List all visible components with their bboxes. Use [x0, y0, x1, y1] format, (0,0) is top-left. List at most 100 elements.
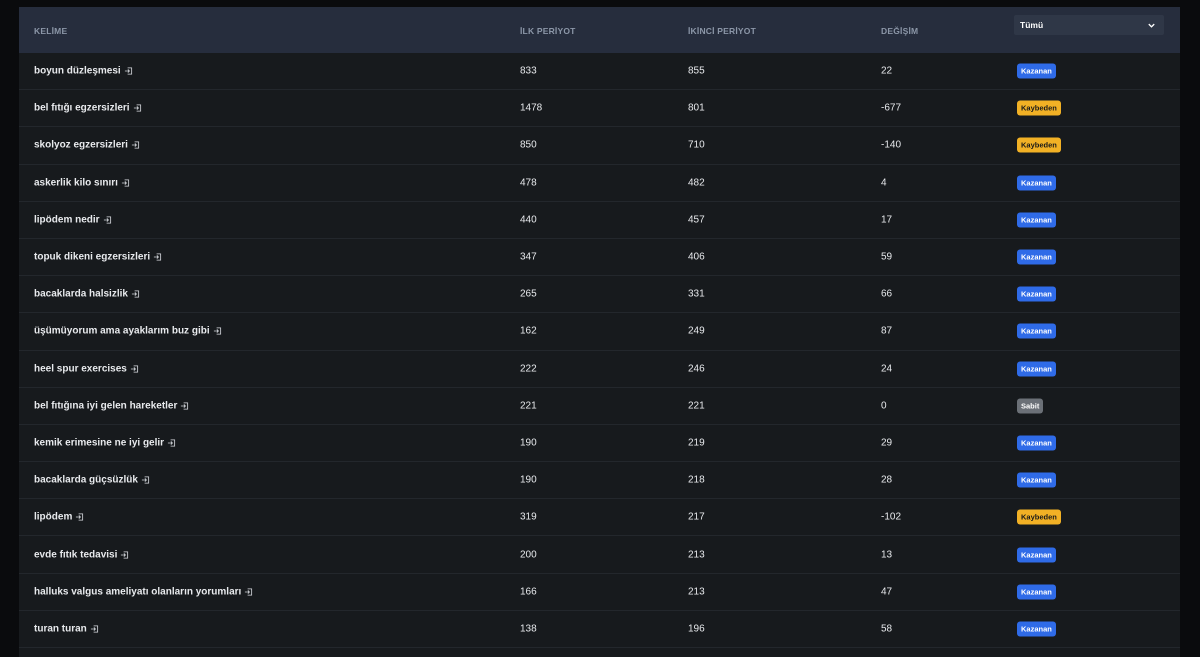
external-link-icon[interactable] [121, 178, 130, 187]
first-period-value: 166 [520, 586, 537, 598]
external-link-icon[interactable] [133, 104, 142, 113]
keyword-cell[interactable]: bel fıtığı egzersizleri [34, 103, 142, 114]
second-period-value: 196 [688, 623, 705, 635]
second-period-value: 482 [688, 177, 705, 189]
external-link-icon[interactable] [131, 290, 140, 299]
second-period-value: 213 [688, 549, 705, 561]
first-period-value: 347 [520, 251, 537, 263]
keyword-cell[interactable]: boyun düzleşmesi [34, 66, 133, 77]
first-period-value: 319 [520, 511, 537, 523]
keyword-cell[interactable]: topuk dikeni egzersizleri [34, 252, 162, 263]
table-row: topuk dikeni egzersizleri 347 406 59 Kaz… [19, 239, 1180, 277]
keyword-text: kemik erimesine ne iyi gelir [34, 437, 165, 449]
status-badge: Kaybeden [1017, 100, 1061, 116]
table-row: lipödem nedir 440 457 17 Kazanan [19, 202, 1180, 239]
keyword-cell[interactable]: turan turan [34, 623, 99, 634]
keyword-text: skolyoz egzersizleri [34, 139, 128, 151]
second-period-value: 249 [688, 325, 705, 337]
status-filter-select[interactable]: Tümü [1014, 15, 1164, 35]
change-value: 22 [881, 65, 893, 77]
keyword-cell[interactable]: üşümüyorum ama ayaklarım buz gibi [34, 326, 222, 337]
external-link-icon[interactable] [131, 141, 140, 150]
change-value: 29 [881, 437, 893, 449]
table-row: lipödem 319 217 -102 Kaybeden [19, 499, 1180, 537]
external-link-icon[interactable] [244, 587, 253, 596]
status-badge: Kazanan [1017, 323, 1056, 339]
status-badge: Kazanan [1017, 584, 1056, 600]
keyword-text: bel fıtığına iyi gelen hareketler [34, 400, 178, 412]
table-row: bacaklarda güçsüzlük 190 218 28 Kazanan [19, 462, 1180, 500]
change-value: -677 [881, 102, 902, 114]
table-row: skolyoz egzersizleri 850 710 -140 Kaybed… [19, 127, 1180, 165]
external-link-icon[interactable] [141, 476, 150, 485]
external-link-icon[interactable] [103, 215, 112, 224]
change-value: 17 [881, 214, 893, 226]
first-period-value: 833 [520, 65, 537, 77]
table-row: bacaklarda halsizlik 265 331 66 Kazanan [19, 276, 1180, 314]
keyword-text: heel spur exercises [34, 363, 127, 375]
keyword-cell[interactable]: heel spur exercises [34, 363, 139, 374]
keyword-text: askerlik kilo sınırı [34, 177, 118, 189]
change-value: 24 [881, 363, 893, 375]
external-link-icon[interactable] [180, 401, 189, 410]
column-header-first-period[interactable]: İLK PERİYOT [520, 26, 576, 36]
external-link-icon[interactable] [213, 327, 222, 336]
status-badge: Kaybeden [1017, 137, 1061, 153]
status-badge: Kaybeden [1017, 509, 1061, 525]
chevron-down-icon [1148, 23, 1155, 28]
external-link-icon[interactable] [153, 253, 162, 262]
second-period-value: 246 [688, 363, 705, 375]
second-period-value: 217 [688, 511, 705, 523]
keyword-cell[interactable]: bacaklarda halsizlik [34, 289, 140, 300]
first-period-value: 190 [520, 437, 537, 449]
external-link-icon[interactable] [90, 624, 99, 633]
keyword-text: bacaklarda halsizlik [34, 288, 128, 300]
status-badge: Kazanan [1017, 361, 1056, 377]
keyword-text: boyun düzleşmesi [34, 65, 121, 77]
column-header-keyword[interactable]: KELİME [34, 26, 67, 36]
external-link-icon[interactable] [120, 550, 129, 559]
keyword-cell[interactable]: evde fıtık tedavisi [34, 549, 129, 560]
change-value: 47 [881, 586, 893, 598]
table-row: üşümüyorum ama ayaklarım buz gibi 162 24… [19, 313, 1180, 351]
keyword-cell[interactable]: skolyoz egzersizleri [34, 140, 140, 151]
keyword-cell[interactable]: askerlik kilo sınırı [34, 177, 130, 188]
keyword-cell[interactable]: lipödem nedir [34, 214, 112, 225]
first-period-value: 221 [520, 400, 537, 412]
keyword-cell[interactable]: lipödem [34, 512, 84, 523]
table-header: KELİME İLK PERİYOT İKİNCİ PERİYOT DEĞİŞİ… [19, 7, 1180, 53]
keyword-cell[interactable]: bel fıtığına iyi gelen hareketler [34, 400, 189, 411]
status-badge: Kazanan [1017, 175, 1056, 191]
keyword-text: halluks valgus ameliyatı olanların yorum… [34, 586, 242, 598]
table-row: bel fıtığına iyi gelen hareketler 221 22… [19, 388, 1180, 425]
keyword-cell[interactable]: halluks valgus ameliyatı olanların yorum… [34, 586, 253, 597]
keyword-cell[interactable]: kemik erimesine ne iyi gelir [34, 437, 176, 448]
table-row: evde fıtık tedavisi 200 213 13 Kazanan [19, 536, 1180, 574]
keyword-text: turan turan [34, 623, 87, 635]
keyword-text: lipödem nedir [34, 214, 100, 226]
keyword-cell[interactable]: bacaklarda güçsüzlük [34, 475, 150, 486]
column-header-change[interactable]: DEĞİŞİM [881, 26, 918, 36]
change-value: 58 [881, 623, 893, 635]
external-link-icon[interactable] [167, 438, 176, 447]
first-period-value: 478 [520, 177, 537, 189]
status-badge: Kazanan [1017, 63, 1056, 79]
external-link-icon[interactable] [130, 364, 139, 373]
first-period-value: 265 [520, 288, 537, 300]
second-period-value: 457 [688, 214, 705, 226]
table-body: boyun düzleşmesi 833 855 22 Kazanan bel … [19, 53, 1180, 648]
column-header-second-period[interactable]: İKİNCİ PERİYOT [688, 26, 756, 36]
second-period-value: 219 [688, 437, 705, 449]
status-badge: Kazanan [1017, 472, 1056, 488]
external-link-icon[interactable] [124, 67, 133, 76]
keyword-comparison-table: KELİME İLK PERİYOT İKİNCİ PERİYOT DEĞİŞİ… [19, 7, 1180, 657]
second-period-value: 331 [688, 288, 705, 300]
change-value: 66 [881, 288, 893, 300]
keyword-text: evde fıtık tedavisi [34, 549, 118, 561]
status-badge: Kazanan [1017, 621, 1056, 637]
keyword-text: bel fıtığı egzersizleri [34, 102, 130, 114]
status-badge: Kazanan [1017, 435, 1056, 451]
table-row: halluks valgus ameliyatı olanların yorum… [19, 574, 1180, 611]
table-row: boyun düzleşmesi 833 855 22 Kazanan [19, 53, 1180, 91]
external-link-icon[interactable] [75, 513, 84, 522]
